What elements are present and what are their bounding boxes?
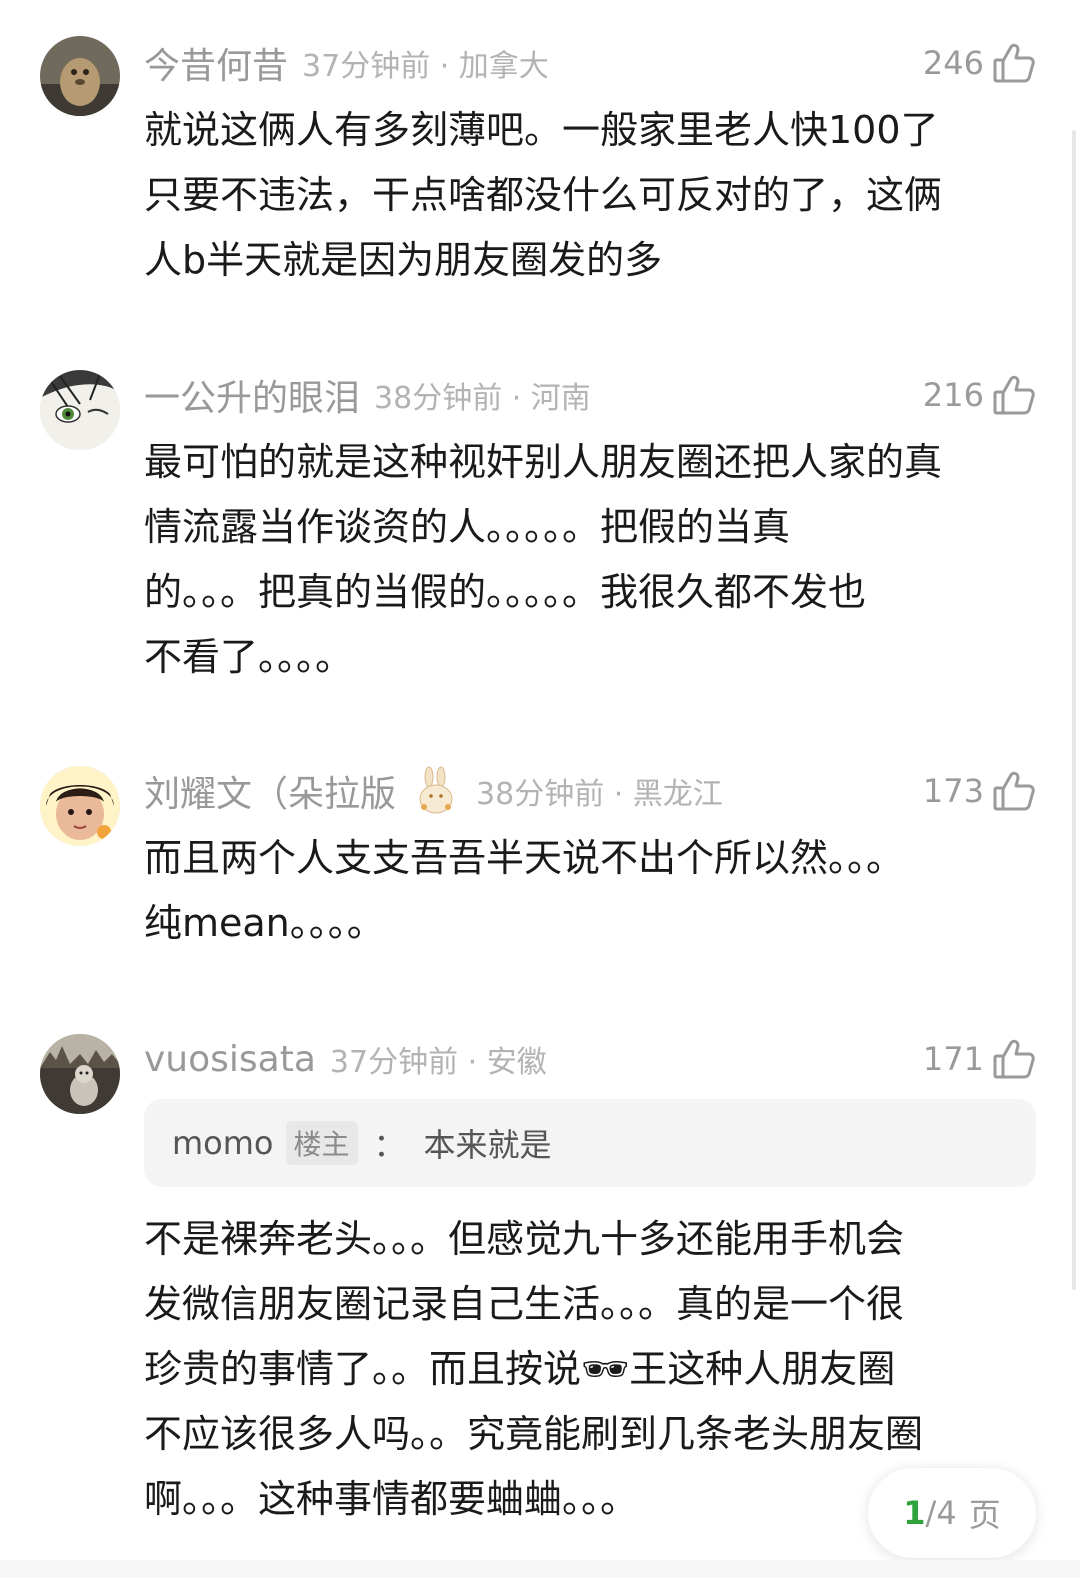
like-count: 216 xyxy=(922,376,984,414)
like-count: 246 xyxy=(922,44,984,82)
like-count: 171 xyxy=(922,1040,984,1078)
quote-text: 本来就是 xyxy=(423,1126,552,1164)
time-location: 37分钟前 · 安徽 xyxy=(329,1045,547,1080)
comment-meta: 今昔何昔 37分钟前 · 加拿大 xyxy=(144,38,549,88)
like-button[interactable]: 216 xyxy=(923,370,1036,420)
thumbs-up-icon xyxy=(992,373,1036,417)
like-button[interactable]: 171 xyxy=(923,1034,1036,1084)
like-count: 173 xyxy=(922,772,984,810)
user-avatar[interactable] xyxy=(40,766,120,846)
scrollbar[interactable] xyxy=(1072,130,1076,1290)
page-current: 1 xyxy=(903,1494,926,1532)
comment-meta: 刘耀文（朵拉版 38分钟前 · 黑龙江 xyxy=(144,766,723,816)
user-avatar[interactable] xyxy=(40,1034,120,1114)
like-button[interactable]: 173 xyxy=(923,766,1036,816)
username[interactable]: 今昔何昔 xyxy=(144,37,288,89)
page-total: /4 xyxy=(925,1494,957,1532)
comment-meta: 一公升的眼泪 38分钟前 · 河南 xyxy=(144,370,591,420)
time-location: 38分钟前 · 河南 xyxy=(374,381,591,416)
thumbs-up-icon xyxy=(992,1037,1036,1081)
rabbit-icon xyxy=(410,765,462,817)
page-indicator[interactable]: 1 /4 页 xyxy=(868,1468,1036,1558)
quote-separator: ： xyxy=(373,1126,406,1164)
owner-badge: 楼主 xyxy=(285,1121,358,1165)
thumbs-up-icon xyxy=(992,41,1036,85)
comment-text: 就说这俩人有多刻薄吧。一般家里老人快100了 只要不违法，干点啥都没什么可反对的… xyxy=(144,108,943,282)
comment-text: 最可怕的就是这种视奸别人朋友圈还把人家的真 情流露当作谈资的人。。。。。把假的当… xyxy=(144,440,943,679)
comment-meta: vuosisata 37分钟前 · 安徽 xyxy=(144,1034,547,1084)
time-location: 37分钟前 · 加拿大 xyxy=(302,49,549,84)
comment-text: 而且两个人支支吾吾半天说不出个所以然。。。 纯mean。。。。 xyxy=(144,836,905,945)
username[interactable]: vuosisata xyxy=(144,1039,316,1080)
username[interactable]: 刘耀文（朵拉版 xyxy=(144,765,396,817)
user-avatar[interactable] xyxy=(40,370,120,450)
page-unit: 页 xyxy=(968,1496,1001,1534)
time-location: 38分钟前 · 黑龙江 xyxy=(476,777,723,812)
username[interactable]: 一公升的眼泪 xyxy=(144,369,360,421)
quoted-reply[interactable]: momo 楼主 ： 本来就是 xyxy=(144,1099,1036,1187)
thumbs-up-icon xyxy=(992,769,1036,813)
quote-author[interactable]: momo xyxy=(172,1124,274,1162)
user-avatar[interactable] xyxy=(40,36,120,116)
like-button[interactable]: 246 xyxy=(923,38,1036,88)
bottom-bar xyxy=(0,1560,1080,1578)
